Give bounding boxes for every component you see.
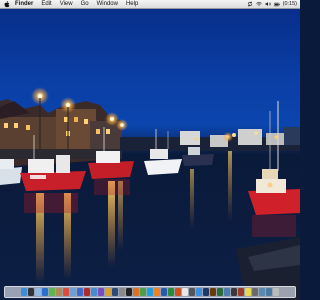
activity-monitor-icon[interactable] [231,288,237,296]
iphoto-icon[interactable] [91,288,97,296]
stickies-icon[interactable] [245,288,251,296]
itunes-icon[interactable] [77,288,83,296]
menu-finder[interactable]: Finder [11,0,37,9]
vlc-icon[interactable] [154,288,160,296]
system-preferences-icon[interactable] [119,288,125,296]
menu-edit[interactable]: Edit [37,0,55,9]
downloads-stack-icon[interactable] [266,288,272,296]
dock [4,286,296,298]
messages-icon[interactable] [49,288,55,296]
menu-help[interactable]: Help [122,0,142,9]
photoshop-icon[interactable] [203,288,209,296]
calculator-icon[interactable] [189,288,195,296]
documents-stack-icon[interactable] [259,288,265,296]
buildings-far [120,127,300,151]
safari-icon[interactable] [42,288,48,296]
address-book-icon[interactable] [56,288,62,296]
photo-booth-icon[interactable] [84,288,90,296]
menubar-clock[interactable]: (0:15) [283,0,297,9]
menu-view[interactable]: View [56,0,77,9]
menu-go[interactable]: Go [77,0,93,9]
calendar-icon[interactable] [63,288,69,296]
volume-icon[interactable] [265,1,271,7]
chess-icon[interactable] [252,288,258,296]
time-machine-icon[interactable] [112,288,118,296]
illustrator-icon[interactable] [210,288,216,296]
word-icon[interactable] [161,288,167,296]
dashboard-icon[interactable] [28,288,34,296]
powerpoint-icon[interactable] [175,288,181,296]
finder-icon[interactable] [21,288,27,296]
menu-window[interactable]: Window [93,0,122,9]
terminal-icon[interactable] [126,288,132,296]
menu-bar: Finder Edit View Go Window Help (0:15) [0,0,300,9]
imovie-icon[interactable] [98,288,104,296]
trash-icon[interactable] [273,288,279,296]
preview-icon[interactable] [70,288,76,296]
textedit-icon[interactable] [182,288,188,296]
sync-icon[interactable] [247,1,253,7]
garageband-icon[interactable] [105,288,111,296]
app-store-icon[interactable] [196,288,202,296]
chrome-icon[interactable] [140,288,146,296]
dictionary-icon[interactable] [238,288,244,296]
menu-extras: (0:15) [247,0,300,9]
desktop-wallpaper [0,9,300,300]
firefox-icon[interactable] [133,288,139,296]
battery-icon[interactable] [273,1,280,7]
apple-icon[interactable] [2,0,11,9]
mail-icon[interactable] [35,288,41,296]
dreamweaver-icon[interactable] [217,288,223,296]
xcode-icon[interactable] [224,288,230,296]
skype-icon[interactable] [147,288,153,296]
wifi-icon[interactable] [255,1,262,7]
harbour-night-photo [0,87,300,300]
excel-icon[interactable] [168,288,174,296]
